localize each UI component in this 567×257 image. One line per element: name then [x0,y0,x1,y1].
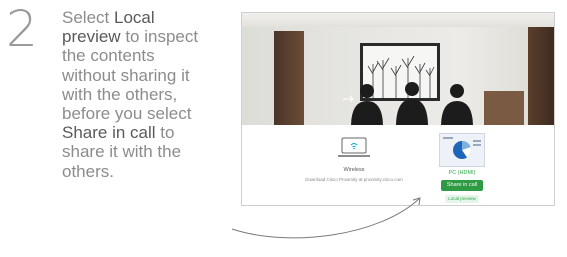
instruction-text: Select Local preview to inspect the cont… [62,8,212,181]
instruction-part-1: Select [62,8,114,27]
cabinet [484,91,524,125]
share-in-call-button[interactable]: Share in call [441,180,483,191]
wooden-door-right [528,27,554,125]
pc-screen-thumbnail [439,133,485,167]
wireless-label: Wireless [343,167,365,173]
pc-hdmi-source: PC (HDMI) Share in call Local preview [412,133,512,203]
step-number: 2 [6,0,38,58]
device-screen: Wireless Download Cisco Proximity at pro… [241,12,555,206]
local-preview-button[interactable]: Local preview [445,195,479,203]
participants-silhouettes [343,82,473,125]
sharing-panel: Wireless Download Cisco Proximity at pro… [242,125,554,205]
wooden-door-left [274,31,304,125]
meeting-room-view [242,13,554,125]
wireless-source[interactable]: Wireless Download Cisco Proximity at pro… [304,135,404,183]
share-in-call-emphasis: Share in call [62,123,156,143]
ceiling [242,13,554,27]
pc-hdmi-label: PC (HDMI) [448,170,476,176]
laptop-icon [337,137,371,159]
wireless-download-hint: Download Cisco Proximity at proximity.ci… [305,177,403,182]
